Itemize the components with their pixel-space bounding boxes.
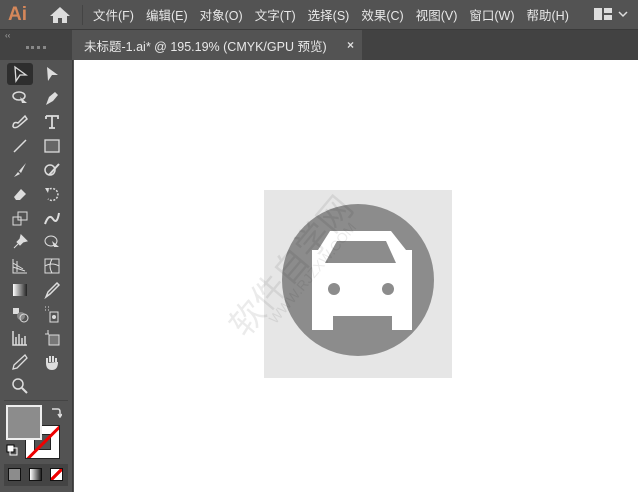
document-tab-title: 未标题-1.ai* @ 195.19% (CMYK/GPU 预览) <box>84 39 327 54</box>
canvas[interactable]: 软件自学网 WWW.RJZXW.COM <box>74 60 638 492</box>
panel-grip[interactable] <box>26 46 46 49</box>
collapse-panel-button[interactable]: ‹‹ <box>5 31 10 40</box>
pushpin-icon <box>13 234 28 249</box>
menu-window[interactable]: 窗口(W) <box>469 5 514 24</box>
menu-bar: Ai 文件(F) 编辑(E) 对象(O) 文字(T) 选择(S) 效果(C) 视… <box>0 0 638 30</box>
none-mode-button[interactable] <box>50 468 63 481</box>
slice-tool[interactable] <box>7 351 33 373</box>
column-graph-tool[interactable] <box>7 327 33 349</box>
close-tab-button[interactable]: × <box>347 38 354 52</box>
puppet-warp-tool[interactable] <box>39 207 65 229</box>
workspace-layout-icon <box>594 8 612 20</box>
shape-builder-icon <box>44 235 59 247</box>
home-icon[interactable] <box>48 6 72 24</box>
artboard-tool[interactable] <box>39 327 65 349</box>
blend-icon <box>13 308 29 323</box>
swap-fill-stroke-icon[interactable] <box>50 406 62 418</box>
artboard-icon <box>45 330 60 346</box>
hand-icon <box>46 356 58 371</box>
document-tab[interactable]: 未标题-1.ai* @ 195.19% (CMYK/GPU 预览) × <box>74 30 362 60</box>
blend-tool[interactable] <box>7 303 33 325</box>
gradient-tool[interactable] <box>7 279 33 301</box>
curvature-tool[interactable] <box>7 111 33 133</box>
gradient-icon <box>13 284 27 296</box>
direct-selection-icon <box>47 67 58 81</box>
eraser-tool[interactable] <box>7 183 33 205</box>
pen-tool[interactable] <box>39 87 65 109</box>
paintbrush-icon <box>14 163 26 177</box>
lasso-tool[interactable] <box>7 87 33 109</box>
menu-effect[interactable]: 效果(C) <box>361 5 403 24</box>
eraser-icon <box>14 189 26 200</box>
gradient-mode-button[interactable] <box>29 468 42 481</box>
rectangle-icon <box>44 139 60 153</box>
type-tool[interactable] <box>39 111 65 133</box>
fill-swatch[interactable] <box>6 405 42 440</box>
shape-builder-tool[interactable] <box>39 231 65 253</box>
selection-tool[interactable] <box>7 63 33 85</box>
workspace-switcher[interactable] <box>594 7 628 21</box>
menu-help[interactable]: 帮助(H) <box>527 5 569 24</box>
document-tab-bar: 未标题-1.ai* @ 195.19% (CMYK/GPU 预览) × <box>74 30 638 60</box>
symbol-sprayer-tool[interactable] <box>39 303 65 325</box>
menu-edit[interactable]: 编辑(E) <box>146 5 188 24</box>
eyedropper-icon <box>44 281 61 299</box>
rotate-tool[interactable] <box>39 183 65 205</box>
paintbrush-tool[interactable] <box>7 159 33 181</box>
tools-panel-header: ‹‹ <box>0 30 72 60</box>
pen-icon <box>46 92 58 105</box>
selection-arrow-icon <box>14 65 28 83</box>
perspective-grid-tool[interactable] <box>7 255 33 277</box>
lasso-icon <box>12 91 27 103</box>
direct-selection-tool[interactable] <box>39 63 65 85</box>
line-segment-icon <box>13 139 27 153</box>
eyedropper-tool[interactable] <box>39 279 65 301</box>
tools-panel <box>0 60 73 492</box>
shaper-tool[interactable] <box>39 159 65 181</box>
mesh-tool[interactable] <box>39 255 65 277</box>
menu-object[interactable]: 对象(O) <box>200 5 243 24</box>
car-headlight-right <box>382 283 394 295</box>
scale-tool[interactable] <box>7 207 33 229</box>
curvature-pen-icon <box>12 114 28 129</box>
default-colors-icon[interactable] <box>6 444 18 456</box>
type-t-icon <box>45 115 59 129</box>
hand-tool[interactable] <box>39 351 65 373</box>
menu-select[interactable]: 选择(S) <box>308 5 350 24</box>
bar-chart-icon <box>12 331 27 346</box>
line-tool[interactable] <box>7 135 33 157</box>
chevron-down-icon <box>618 11 628 18</box>
color-mode-button[interactable] <box>8 468 21 481</box>
menu-type[interactable]: 文字(T) <box>255 5 296 24</box>
divider <box>4 400 68 401</box>
app-logo: Ai <box>8 3 27 25</box>
perspective-grid-icon <box>12 259 27 274</box>
car-headlight-left <box>328 283 340 295</box>
menu-view[interactable]: 视图(V) <box>416 5 458 24</box>
knife-icon <box>12 354 28 370</box>
symbol-sprayer-icon <box>45 306 59 323</box>
shaper-icon <box>44 163 60 176</box>
rotate-icon <box>45 187 59 202</box>
scale-icon <box>12 211 28 226</box>
puppet-warp-icon <box>44 212 60 225</box>
mesh-icon <box>44 258 60 274</box>
magnifier-icon <box>12 378 28 394</box>
zoom-tool[interactable] <box>7 375 33 397</box>
pin-tool[interactable] <box>7 231 33 253</box>
divider <box>82 4 83 25</box>
rectangle-tool[interactable] <box>39 135 65 157</box>
menu-file[interactable]: 文件(F) <box>93 5 134 24</box>
